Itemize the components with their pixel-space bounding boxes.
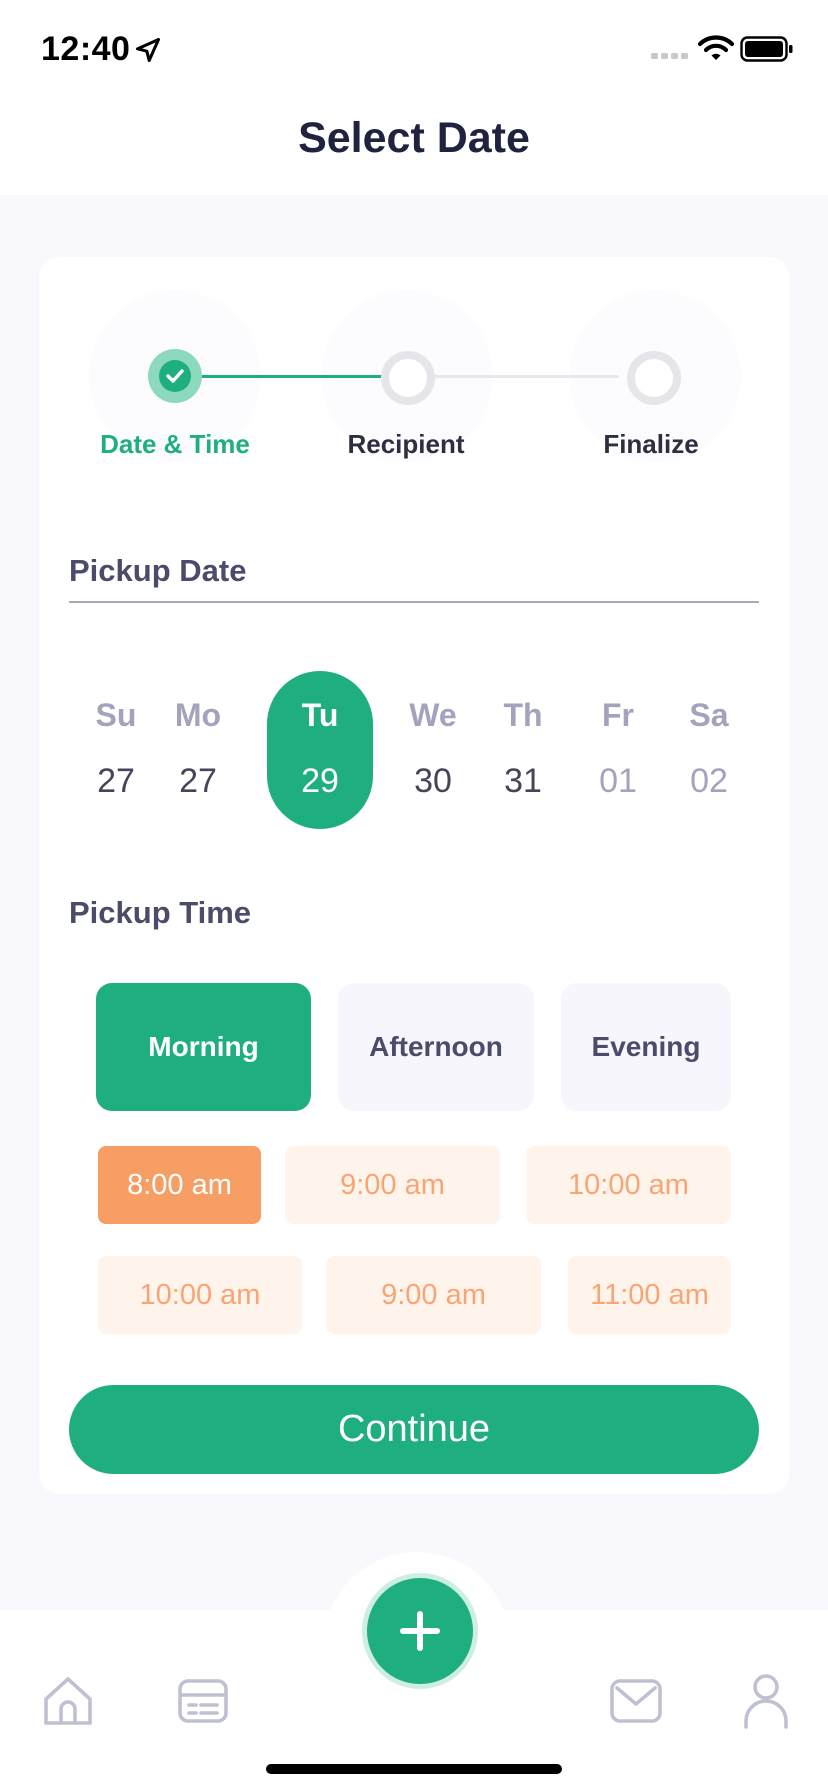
top-header: 12:40 Select Date [0, 0, 828, 195]
profile-icon[interactable] [738, 1673, 794, 1729]
day-number: 29 [301, 762, 339, 800]
continue-button[interactable]: Continue [69, 1385, 759, 1474]
day-name: We [409, 697, 457, 733]
day-name: Mo [174, 697, 222, 733]
time-slot[interactable]: 11:00 am [568, 1256, 731, 1334]
location-arrow-icon [135, 37, 161, 63]
segment-evening[interactable]: Evening [561, 983, 731, 1111]
step-connector-completed [199, 375, 385, 378]
step-2-indicator[interactable] [381, 351, 435, 405]
add-button[interactable] [367, 1578, 473, 1684]
day-number: 27 [179, 762, 217, 800]
cellular-signal-icon [651, 53, 688, 59]
day-name: Fr [602, 697, 634, 733]
home-indicator [266, 1764, 562, 1774]
time-slot[interactable]: 8:00 am [98, 1146, 261, 1224]
add-icon [400, 1611, 440, 1651]
day-name: Tu [301, 697, 339, 733]
step-3-indicator[interactable] [627, 351, 681, 405]
wifi-icon [698, 35, 734, 60]
home-icon[interactable] [40, 1673, 96, 1729]
time-slot[interactable]: 9:00 am [326, 1256, 541, 1334]
segment-morning[interactable]: Morning [96, 983, 311, 1111]
step-1-indicator[interactable] [148, 349, 202, 403]
time-slot[interactable]: 9:00 am [285, 1146, 500, 1224]
segment-afternoon[interactable]: Afternoon [338, 983, 534, 1111]
mail-icon[interactable] [608, 1673, 664, 1729]
step-label-recipient[interactable]: Recipient [296, 429, 516, 460]
day-name: Sa [689, 697, 729, 733]
selected-day-highlight [267, 671, 373, 829]
day-number: 27 [97, 762, 135, 800]
pickup-date-label: Pickup Date [69, 553, 247, 588]
ticket-icon[interactable] [175, 1673, 231, 1729]
step-label-finalize[interactable]: Finalize [541, 429, 761, 460]
day-number: 02 [690, 762, 728, 800]
check-icon [166, 369, 184, 383]
booking-card: Date & Time Recipient Finalize Pickup Da… [39, 257, 789, 1494]
pickup-time-label: Pickup Time [69, 895, 252, 930]
day-name: Th [503, 697, 543, 733]
battery-icon [740, 36, 793, 62]
step-connector-pending [431, 375, 619, 378]
step-label-date-time[interactable]: Date & Time [65, 429, 285, 460]
day-number: 01 [599, 762, 637, 800]
status-time: 12:40 [41, 30, 131, 68]
page-title: Select Date [298, 114, 530, 162]
time-slot[interactable]: 10:00 am [526, 1146, 731, 1224]
time-slot[interactable]: 10:00 am [98, 1256, 302, 1334]
section-divider [69, 601, 759, 603]
day-name: Su [95, 697, 137, 733]
day-number: 31 [504, 762, 542, 800]
day-number: 30 [414, 762, 452, 800]
